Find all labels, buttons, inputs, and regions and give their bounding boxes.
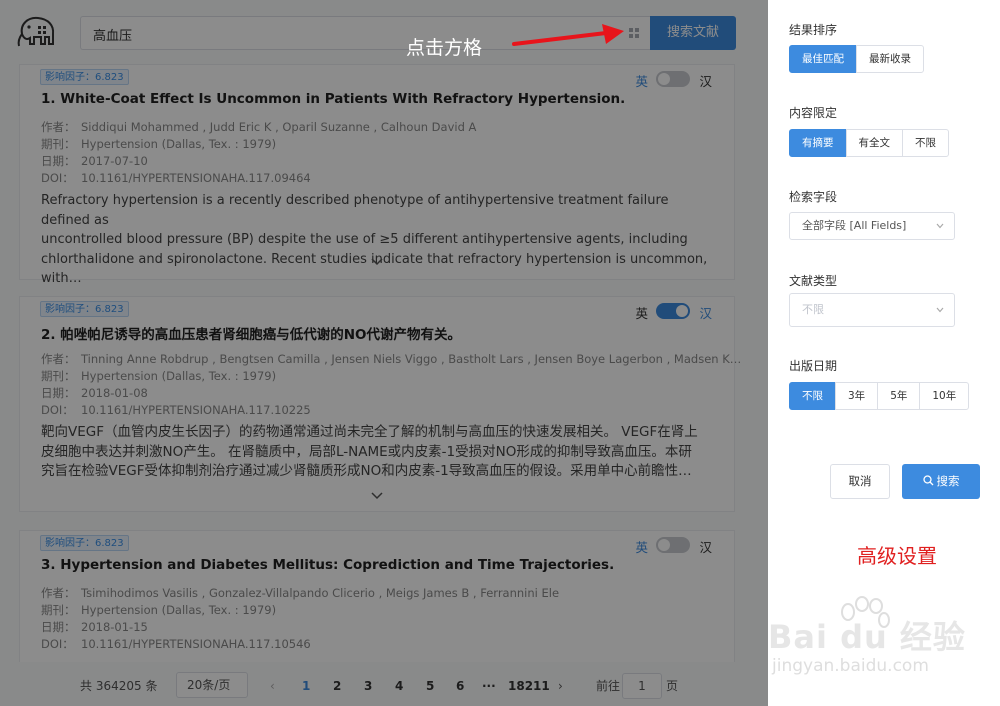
field-select-value: 全部字段 [All Fields] — [802, 219, 907, 232]
content-fulltext-button[interactable]: 有全文 — [845, 129, 903, 157]
watermark-brand: Bai du 经验 — [768, 618, 966, 656]
cancel-button[interactable]: 取消 — [830, 464, 890, 499]
chevron-down-icon — [936, 307, 944, 313]
search-icon — [922, 475, 933, 486]
field-label: 检索字段 — [789, 190, 838, 204]
annotation-click-grid: 点击方格 — [406, 37, 483, 59]
red-arrow-icon — [512, 24, 624, 46]
search-button-label: 搜索 — [936, 474, 960, 488]
date-5y-button[interactable]: 5年 — [877, 382, 921, 410]
sort-best-match-button[interactable]: 最佳匹配 — [789, 45, 857, 73]
content-any-button[interactable]: 不限 — [902, 129, 949, 157]
content-abstract-button[interactable]: 有摘要 — [789, 129, 847, 157]
annotation-advanced-settings: 高级设置 — [857, 544, 937, 568]
search-button[interactable]: 搜索 — [902, 464, 980, 499]
sort-newest-button[interactable]: 最新收录 — [856, 45, 924, 73]
date-3y-button[interactable]: 3年 — [835, 382, 879, 410]
modal-overlay[interactable] — [0, 0, 768, 706]
chevron-down-icon — [936, 223, 944, 229]
baidu-watermark: Bai du 经验 jingyan.baidu.com — [760, 596, 990, 686]
field-select[interactable]: 全部字段 [All Fields] — [789, 212, 955, 240]
doc-type-select[interactable]: 不限 — [789, 293, 955, 327]
pub-date-label: 出版日期 — [789, 359, 838, 373]
sort-label: 结果排序 — [789, 23, 838, 37]
date-any-button[interactable]: 不限 — [789, 382, 836, 410]
date-10y-button[interactable]: 10年 — [919, 382, 970, 410]
sort-options: 最佳匹配 最新收录 — [789, 45, 924, 73]
content-options: 有摘要 有全文 不限 — [789, 129, 949, 157]
content-label: 内容限定 — [789, 106, 838, 120]
watermark-url: jingyan.baidu.com — [772, 656, 929, 676]
doc-type-placeholder: 不限 — [802, 303, 824, 316]
doc-type-label: 文献类型 — [789, 274, 838, 288]
pub-date-options: 不限 3年 5年 10年 — [789, 382, 970, 410]
main-area: 高血压 搜索文献 影响因子：6.823 英 汉 1. White-Coat Ef… — [0, 0, 768, 706]
